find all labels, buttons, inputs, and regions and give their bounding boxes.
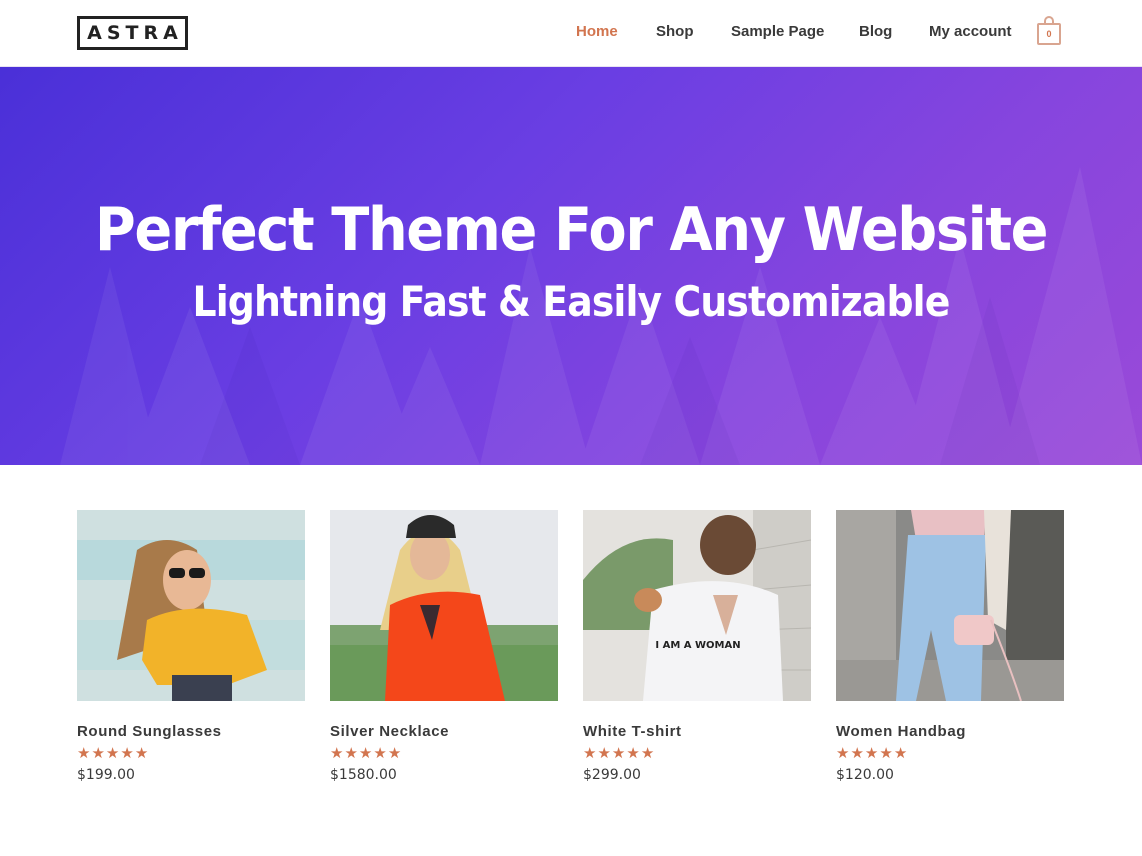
star-icon: ★ xyxy=(105,745,120,762)
hero-title: Perfect Theme For Any Website xyxy=(94,195,1049,265)
product-photo-sunglasses xyxy=(77,510,305,701)
product-image[interactable]: I AM A WOMAN xyxy=(583,510,811,701)
star-icon: ★ xyxy=(640,745,655,762)
star-icon: ★ xyxy=(344,745,358,762)
star-rating: ★ ★ ★ ★ ★ xyxy=(330,746,559,762)
product-grid: Round Sunglasses ★ ★ ★ ★ ★ $199.00 Silver Ne… xyxy=(0,510,1142,810)
star-icon: ★ xyxy=(611,745,626,762)
star-icon: ★ xyxy=(850,745,864,762)
star-icon: ★ xyxy=(893,745,908,762)
nav-item-blog[interactable]: Blog xyxy=(859,23,892,40)
product-name[interactable]: White T-shirt xyxy=(583,723,812,740)
site-header: ASTRA Home Shop Sample Page Blog My acco… xyxy=(0,0,1142,67)
product-name[interactable]: Round Sunglasses xyxy=(77,723,306,740)
hero-subtitle: Lightning Fast & Easily Customizable xyxy=(192,277,951,326)
star-icon: ★ xyxy=(91,745,105,762)
tshirt-print-text: I AM A WOMAN xyxy=(655,640,740,651)
star-icon: ★ xyxy=(330,745,344,762)
shopping-bag-body: 0 xyxy=(1037,23,1061,45)
main-navigation: Home Shop Sample Page Blog My account 0 xyxy=(0,0,1142,67)
product-price: $1580.00 xyxy=(330,767,397,783)
nav-item-home[interactable]: Home xyxy=(576,23,618,40)
star-icon: ★ xyxy=(134,745,149,762)
product-image[interactable] xyxy=(77,510,305,701)
star-icon: ★ xyxy=(387,745,402,762)
star-icon: ★ xyxy=(583,745,597,762)
product-card: I AM A WOMAN White T-shirt ★ ★ ★ ★ ★ $299.00 xyxy=(583,510,812,783)
star-icon: ★ xyxy=(836,745,850,762)
star-icon: ★ xyxy=(373,745,387,762)
star-icon: ★ xyxy=(358,745,373,762)
star-icon: ★ xyxy=(864,745,879,762)
product-photo-handbag xyxy=(836,510,1064,701)
product-photo-tshirt: I AM A WOMAN xyxy=(583,510,811,701)
product-card: Round Sunglasses ★ ★ ★ ★ ★ $199.00 xyxy=(77,510,306,783)
nav-item-shop[interactable]: Shop xyxy=(656,23,694,40)
product-price: $299.00 xyxy=(583,767,641,783)
star-rating: ★ ★ ★ ★ ★ xyxy=(77,746,306,762)
nav-item-my-account[interactable]: My account xyxy=(929,23,1012,40)
forest-background-image xyxy=(60,167,1142,465)
product-price: $199.00 xyxy=(77,767,135,783)
product-card: Women Handbag ★ ★ ★ ★ ★ $120.00 xyxy=(836,510,1065,783)
star-icon: ★ xyxy=(626,745,640,762)
star-rating: ★ ★ ★ ★ ★ xyxy=(583,746,812,762)
cart-button[interactable]: 0 xyxy=(1037,16,1061,46)
cart-count: 0 xyxy=(1046,29,1052,39)
product-price: $120.00 xyxy=(836,767,894,783)
product-image[interactable] xyxy=(836,510,1064,701)
product-image[interactable] xyxy=(330,510,558,701)
star-icon: ★ xyxy=(597,745,611,762)
hero-banner: Perfect Theme For Any Website Lightning … xyxy=(0,67,1142,465)
star-icon: ★ xyxy=(879,745,893,762)
nav-item-sample-page[interactable]: Sample Page xyxy=(731,23,824,40)
product-photo-necklace xyxy=(330,510,558,701)
star-icon: ★ xyxy=(77,745,91,762)
star-icon: ★ xyxy=(120,745,134,762)
product-name[interactable]: Silver Necklace xyxy=(330,723,559,740)
star-rating: ★ ★ ★ ★ ★ xyxy=(836,746,1065,762)
product-name[interactable]: Women Handbag xyxy=(836,723,1065,740)
product-card: Silver Necklace ★ ★ ★ ★ ★ $1580.00 xyxy=(330,510,559,783)
